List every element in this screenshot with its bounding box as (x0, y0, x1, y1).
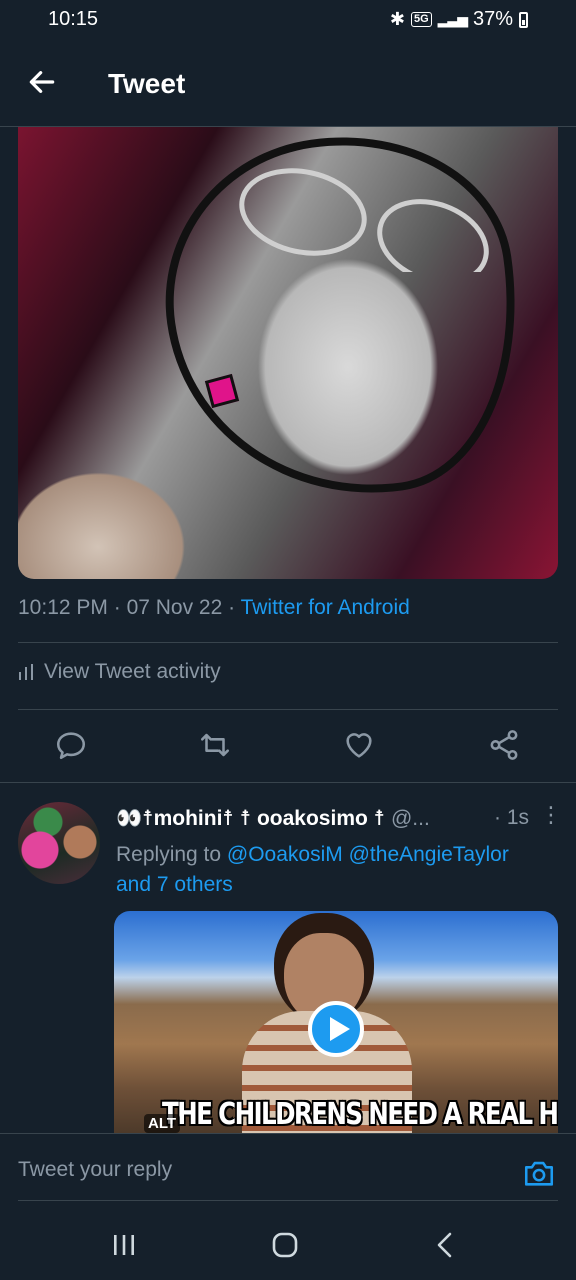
page-title: Tweet (108, 68, 186, 99)
tweet-source-link[interactable]: Twitter for Android (241, 596, 410, 619)
others-link[interactable]: and 7 others (116, 873, 233, 896)
more-options-icon[interactable]: ⋮ (540, 804, 562, 826)
like-heart-icon[interactable] (342, 728, 376, 762)
mention-link[interactable]: @theAngieTaylor (349, 843, 509, 866)
reply-author-line: 👀☨mohini☨ ☨ ooakosimo ☨ @... · 1s (116, 806, 556, 831)
meta-separator: · (107, 596, 127, 619)
camera-icon[interactable] (522, 1156, 556, 1190)
home-icon[interactable] (269, 1229, 301, 1261)
meta-separator: · (222, 596, 241, 619)
tweet-image[interactable] (18, 127, 558, 579)
analytics-icon (19, 664, 33, 680)
reply-author-handle: @... (390, 807, 430, 830)
image-glasses (239, 168, 489, 272)
avatar[interactable] (18, 802, 100, 884)
tweet-action-bar (0, 728, 576, 764)
alt-badge[interactable]: ALT (144, 1114, 181, 1133)
signal-icon: ▂▃▅ (437, 11, 468, 27)
system-nav-bar (0, 1213, 576, 1280)
view-tweet-activity-label: View Tweet activity (44, 660, 221, 683)
mention-link[interactable]: @OoakosiM (227, 843, 343, 866)
view-tweet-activity[interactable]: View Tweet activity (18, 660, 221, 684)
reply-icon[interactable] (54, 728, 88, 762)
play-icon[interactable] (308, 1001, 364, 1057)
retweet-icon[interactable] (198, 728, 232, 762)
composer-underline (18, 1200, 558, 1201)
reply-timestamp: · 1s (494, 806, 530, 829)
back-arrow-icon[interactable] (26, 66, 58, 98)
top-app-bar: Tweet (0, 52, 576, 118)
tweet-date: 07 Nov 22 (126, 596, 223, 619)
reply-input[interactable]: Tweet your reply (18, 1158, 172, 1182)
status-time: 10:15 (48, 8, 99, 30)
replying-to: Replying to @OoakosiM @theAngieTaylor an… (116, 840, 556, 900)
divider (18, 642, 558, 643)
status-icons: ✱ 5G ▂▃▅ 37% (390, 8, 528, 31)
reply-video[interactable]: THE CHILDRENS NEED A REAL HERO ALT (114, 911, 558, 1133)
tweet-timestamp: 10:12 PM · 07 Nov 22 · Twitter for Andro… (18, 596, 410, 620)
share-icon[interactable] (487, 728, 521, 762)
system-back-icon[interactable] (430, 1229, 462, 1261)
divider (0, 782, 576, 783)
tweet-time: 10:12 PM (18, 596, 108, 619)
divider (18, 709, 558, 710)
battery-icon (519, 11, 528, 28)
reply-composer: Tweet your reply (0, 1133, 576, 1213)
screen: 10:15 ✱ 5G ▂▃▅ 37% Tweet 10:12 PM · 07 N… (0, 0, 576, 1280)
status-bar: 10:15 ✱ 5G ▂▃▅ 37% (0, 0, 576, 40)
replying-to-prefix: Replying to (116, 843, 227, 866)
video-caption: THE CHILDRENS NEED A REAL HERO (162, 1097, 558, 1132)
network-type-icon: 5G (410, 12, 432, 27)
battery-percent: 37% (472, 8, 513, 30)
reply-author-name[interactable]: 👀☨mohini☨ ☨ ooakosimo ☨ (116, 807, 385, 830)
bluetooth-icon: ✱ (389, 9, 405, 29)
recent-apps-icon[interactable] (108, 1229, 140, 1261)
